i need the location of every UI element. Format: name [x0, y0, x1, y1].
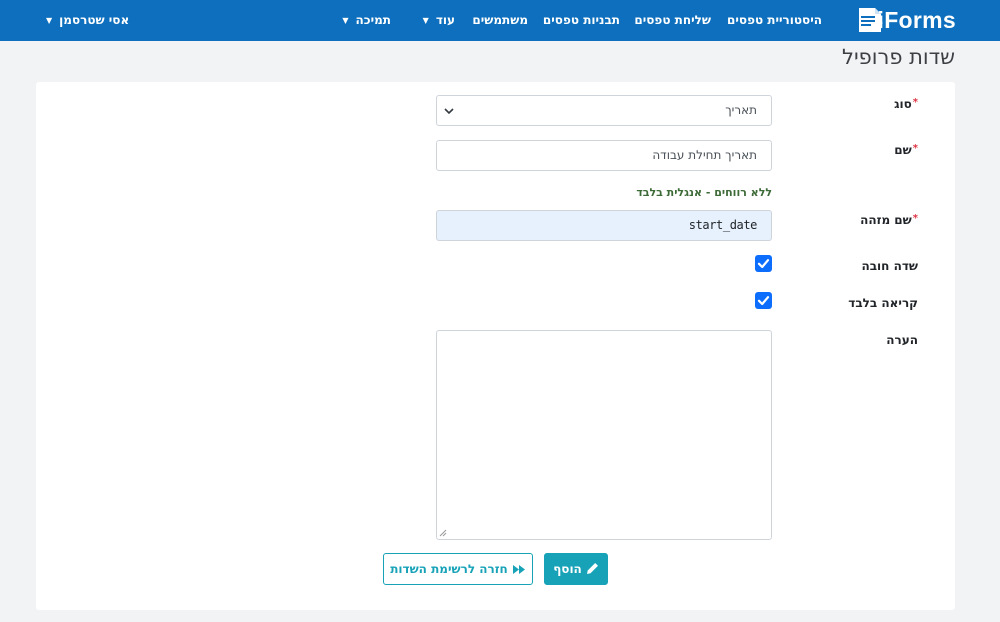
nav-more-label: עוד — [435, 13, 455, 27]
type-select-value: תאריך — [725, 103, 757, 117]
brand-name: iForms — [877, 7, 956, 33]
caret-down-icon: ▼ — [46, 16, 53, 25]
pencil-icon — [586, 563, 598, 574]
identifier-input-value: start_date — [688, 218, 758, 232]
required-field-label: שדה חובה — [861, 259, 918, 273]
identifier-label-text: שם מזהה — [860, 213, 912, 227]
name-label: *שם — [894, 143, 918, 157]
name-input[interactable]: תאריך תחילת עבודה — [436, 140, 772, 171]
nav-users[interactable]: משתמשים — [472, 0, 528, 41]
name-label-text: שם — [894, 143, 912, 157]
identifier-label: *שם מזהה — [860, 213, 918, 227]
checkmark-icon — [757, 259, 770, 269]
nav-send-forms[interactable]: שליחת טפסים — [634, 0, 711, 41]
fast-forward-icon — [512, 565, 525, 574]
required-marker: * — [912, 213, 918, 224]
nav-more-dropdown[interactable]: עוד ▼ — [423, 0, 455, 41]
add-button[interactable]: הוסף — [544, 553, 608, 585]
add-button-label: הוסף — [553, 562, 582, 576]
name-input-value: תאריך תחילת עבודה — [652, 148, 757, 162]
caret-down-icon: ▼ — [422, 16, 429, 25]
type-select[interactable]: תאריך — [436, 95, 772, 126]
note-textarea[interactable] — [436, 330, 772, 540]
identifier-hint: ללא רווחים - אנגלית בלבד — [636, 186, 772, 199]
note-label: הערה — [886, 333, 918, 347]
chevron-down-icon — [444, 108, 454, 115]
nav-form-templates[interactable]: תבניות טפסים — [543, 0, 620, 41]
type-label: *סוג — [894, 97, 918, 111]
user-menu-dropdown[interactable]: אסי שטרסמן ▼ — [46, 0, 129, 41]
required-marker: * — [912, 97, 918, 108]
page-title: שדות פרופיל — [842, 45, 955, 69]
readonly-label: קריאה בלבד — [848, 296, 918, 310]
resize-grip-icon[interactable] — [439, 529, 447, 537]
back-to-fields-button[interactable]: חזרה לרשימת השדות — [383, 553, 533, 585]
identifier-input[interactable]: start_date — [436, 210, 772, 241]
nav-support-label: תמיכה — [355, 13, 391, 27]
checkmark-icon — [757, 296, 770, 306]
readonly-checkbox[interactable] — [755, 292, 772, 309]
caret-down-icon: ▼ — [342, 16, 349, 25]
required-checkbox[interactable] — [755, 255, 772, 272]
user-name: אסי שטרסמן — [59, 13, 130, 27]
top-navbar: iForms היסטוריית טפסים שליחת טפסים תבניו… — [0, 0, 1000, 41]
nav-support-dropdown[interactable]: תמיכה ▼ — [342, 0, 391, 41]
type-label-text: סוג — [894, 97, 912, 111]
back-button-label: חזרה לרשימת השדות — [390, 562, 508, 576]
brand-logo-link[interactable]: iForms — [855, 6, 956, 34]
nav-forms-history[interactable]: היסטוריית טפסים — [727, 0, 822, 41]
required-marker: * — [912, 143, 918, 154]
